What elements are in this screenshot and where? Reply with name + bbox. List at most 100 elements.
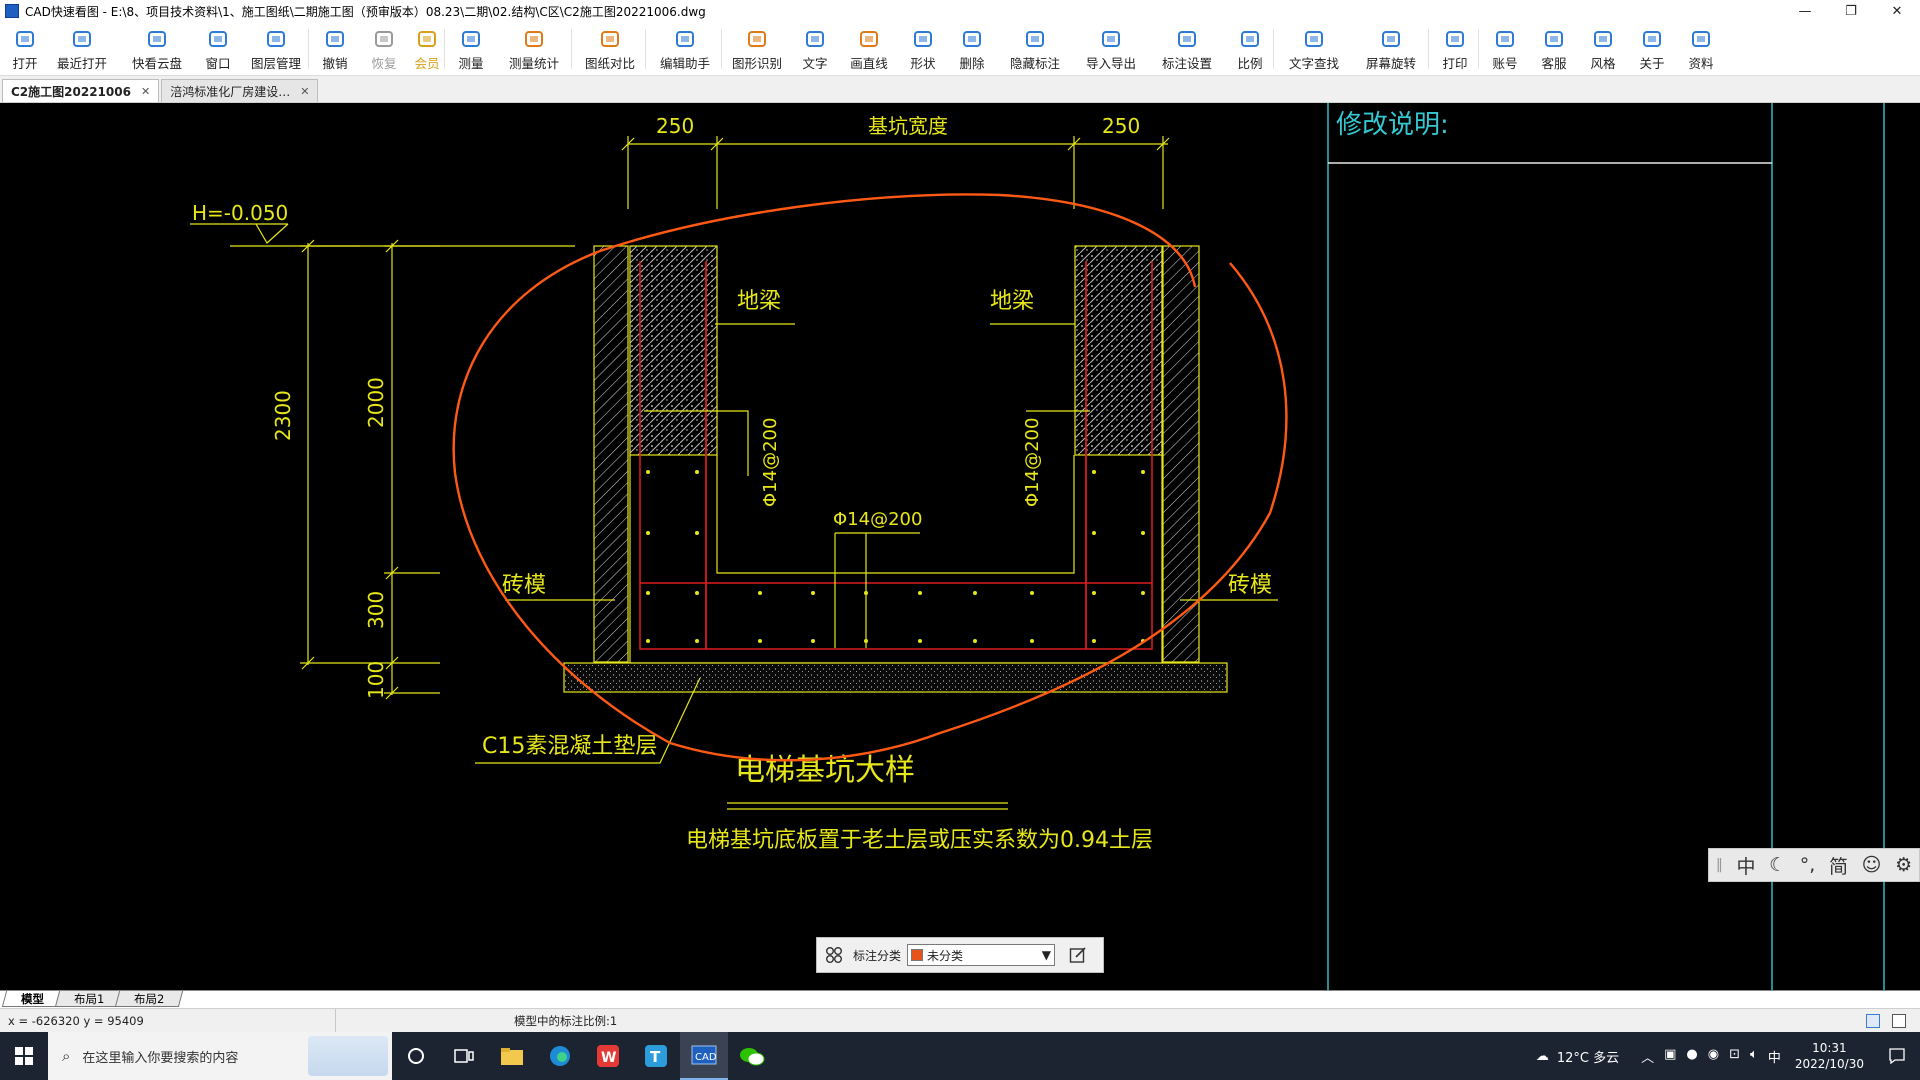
toolbar-separator bbox=[1478, 29, 1479, 69]
toolbar-label: 形状 bbox=[910, 56, 936, 71]
weather-widget[interactable]: ☁ 12°C 多云 bbox=[1536, 1047, 1619, 1066]
toolbar-layers-button[interactable]: 图层管理 bbox=[244, 22, 308, 76]
cortana-icon[interactable] bbox=[392, 1032, 440, 1080]
ime-moon-icon[interactable]: ☾ bbox=[1769, 854, 1786, 876]
grid-icon[interactable] bbox=[823, 944, 845, 966]
text-editor-icon[interactable]: T bbox=[632, 1032, 680, 1080]
toolbar-headset-button[interactable]: 客服 bbox=[1531, 22, 1577, 76]
toolbar-account-button[interactable]: 账号 bbox=[1482, 22, 1528, 76]
toolbar-cloud-button[interactable]: 快看云盘 bbox=[122, 22, 192, 76]
toolbar-history-button[interactable]: 最近打开 bbox=[45, 22, 119, 76]
edit-category-icon[interactable] bbox=[1067, 944, 1089, 966]
top-dimension bbox=[621, 136, 1170, 209]
label-rebar-bottom: Φ14@200 bbox=[833, 509, 922, 530]
close-tab-icon[interactable]: ✕ bbox=[141, 85, 150, 98]
toolbar-print-button[interactable]: 打印 bbox=[1432, 22, 1478, 76]
ime-toolbar[interactable]: ‖ 中 ☾ °, 简 ☺ ⚙ bbox=[1708, 848, 1920, 882]
toolbar-measure-stats-button[interactable]: 测量统计 bbox=[497, 22, 571, 76]
toolbar-compare-button[interactable]: 图纸对比 bbox=[575, 22, 645, 76]
cad-viewer-taskbar-icon[interactable]: CAD bbox=[680, 1032, 728, 1080]
label-beam-right: 地梁 bbox=[990, 289, 1034, 314]
layout-tab-model[interactable]: 模型 bbox=[1, 991, 64, 1007]
cad-drawing[interactable]: 250 基坑宽度 250 H=-0.050 2300 2000 300 100 … bbox=[0, 103, 1920, 990]
file-explorer-icon[interactable] bbox=[488, 1032, 536, 1080]
toolbar-text-search-button[interactable]: 文字查找 bbox=[1277, 22, 1351, 76]
start-button[interactable] bbox=[0, 1032, 48, 1080]
network-icon[interactable]: ⊡ bbox=[1729, 1047, 1740, 1066]
close-window-button[interactable]: ✕ bbox=[1874, 0, 1920, 22]
toolbar-label: 文字查找 bbox=[1288, 56, 1339, 71]
qq-icon[interactable]: ● bbox=[1686, 1047, 1697, 1066]
doc-tab-c2[interactable]: C2施工图20221006 ✕ bbox=[2, 79, 160, 102]
toolbar-label: 图形识别 bbox=[731, 56, 782, 71]
vip-icon bbox=[414, 27, 440, 51]
toolbar-separator bbox=[1428, 29, 1429, 69]
windows-taskbar: ⌕ 在这里输入你要搜索的内容 W T CAD ☁ 12°C 多云 ︿ ▣ ● ◉… bbox=[0, 1032, 1920, 1080]
show-hidden-icons-icon[interactable]: ︿ bbox=[1641, 1047, 1654, 1066]
title-bar: CAD快速看图 - E:\8、项目技术资料\1、施工图纸\二期施工图（预审版本）… bbox=[0, 0, 1920, 22]
toolbar-redo-button[interactable]: 恢复 bbox=[361, 22, 407, 76]
ime-punct-icon[interactable]: °, bbox=[1800, 854, 1816, 876]
wps-office-icon[interactable]: W bbox=[584, 1032, 632, 1080]
toolbar-documents-button[interactable]: 资料 bbox=[1678, 22, 1724, 76]
doc-tab-factory[interactable]: 涪鸿标准化厂房建设… ✕ bbox=[161, 79, 319, 102]
ime-mode[interactable]: 中 bbox=[1736, 852, 1755, 879]
volume-icon[interactable]: 🔈︎ bbox=[1750, 1047, 1758, 1066]
layout-tab-1[interactable]: 布局1 bbox=[54, 991, 124, 1007]
toolbar-text-button[interactable]: 文字 bbox=[792, 22, 838, 76]
ime-simplified[interactable]: 简 bbox=[1829, 852, 1848, 879]
toolbar-hide-annotation-button[interactable]: 隐藏标注 bbox=[998, 22, 1072, 76]
toolbar-label: 关于 bbox=[1639, 56, 1665, 71]
label-rebar-left: Φ14@200 bbox=[760, 418, 781, 507]
annotation-category-select[interactable]: 未分类 ▼ bbox=[907, 944, 1056, 966]
minimize-button[interactable]: — bbox=[1782, 0, 1828, 22]
ime-grip-icon[interactable]: ‖ bbox=[1716, 857, 1723, 873]
toolbar-info-button[interactable]: 关于 bbox=[1629, 22, 1675, 76]
edge-browser-icon[interactable] bbox=[536, 1032, 584, 1080]
toolbar-rotate-screen-button[interactable]: 屏幕旋转 bbox=[1354, 22, 1428, 76]
ime-emoji-icon[interactable]: ☺ bbox=[1862, 854, 1882, 876]
wechat-tray-icon[interactable]: ◉ bbox=[1708, 1047, 1719, 1066]
fullscreen-icon[interactable] bbox=[1892, 1013, 1906, 1028]
dim-top-left: 250 bbox=[656, 114, 694, 138]
notification-icon[interactable] bbox=[1882, 1048, 1912, 1064]
toolbar-label: 资料 bbox=[1688, 56, 1714, 71]
toolbar-annotation-settings-button[interactable]: 标注设置 bbox=[1150, 22, 1224, 76]
task-view-icon[interactable] bbox=[440, 1032, 488, 1080]
toolbar-measure-button[interactable]: 测量 bbox=[448, 22, 494, 76]
toolbar-label: 文字 bbox=[802, 56, 828, 71]
input-method-indicator[interactable]: 中 bbox=[1768, 1047, 1781, 1066]
toolbar-undo-button[interactable]: 撤销 bbox=[312, 22, 358, 76]
shape-icon bbox=[910, 27, 936, 51]
taskbar-clock[interactable]: 10:31 2022/10/30 bbox=[1795, 1040, 1864, 1072]
chevron-down-icon[interactable]: ▼ bbox=[1042, 948, 1051, 962]
wechat-icon[interactable] bbox=[728, 1032, 776, 1080]
tray-app-icon[interactable]: ▣ bbox=[1664, 1047, 1676, 1066]
ime-settings-icon[interactable]: ⚙ bbox=[1895, 854, 1912, 876]
close-tab-icon[interactable]: ✕ bbox=[300, 85, 309, 98]
toolbar-scale-button[interactable]: 比例 bbox=[1227, 22, 1273, 76]
toolbar-line-button[interactable]: 画直线 bbox=[841, 22, 897, 76]
toolbar-vip-button[interactable]: 会员 bbox=[410, 22, 444, 76]
toolbar-shape-recognition-button[interactable]: 图形识别 bbox=[725, 22, 789, 76]
status-toggle-icon[interactable] bbox=[1866, 1013, 1880, 1028]
taskbar-search[interactable]: ⌕ 在这里输入你要搜索的内容 bbox=[48, 1032, 392, 1080]
clock-date: 2022/10/30 bbox=[1794, 1057, 1864, 1071]
layout-tab-2[interactable]: 布局2 bbox=[115, 991, 184, 1007]
drawing-canvas[interactable]: 250 基坑宽度 250 H=-0.050 2300 2000 300 100 … bbox=[0, 103, 1920, 990]
category-color-swatch bbox=[911, 949, 924, 961]
toolbar-import-export-button[interactable]: 导入导出 bbox=[1075, 22, 1147, 76]
maximize-button[interactable]: ❐ bbox=[1828, 0, 1874, 22]
toolbar-shape-button[interactable]: 形状 bbox=[900, 22, 946, 76]
print-icon bbox=[1442, 27, 1468, 51]
toolbar-eraser-button[interactable]: 删除 bbox=[949, 22, 995, 76]
dim-top-center: 基坑宽度 bbox=[868, 114, 948, 138]
toolbar-style-button[interactable]: 风格 bbox=[1580, 22, 1626, 76]
toolbar-edit-assistant-button[interactable]: 编辑助手 bbox=[649, 22, 721, 76]
annotation-settings-icon bbox=[1174, 27, 1200, 51]
toolbar-window-button[interactable]: 窗口 bbox=[195, 22, 241, 76]
annotation-scale-status: 模型中的标注比例:1 bbox=[514, 1013, 618, 1028]
toolbar-folder-open-button[interactable]: 打开 bbox=[8, 22, 42, 76]
svg-text:W: W bbox=[601, 1050, 616, 1066]
eraser-icon bbox=[959, 27, 985, 51]
